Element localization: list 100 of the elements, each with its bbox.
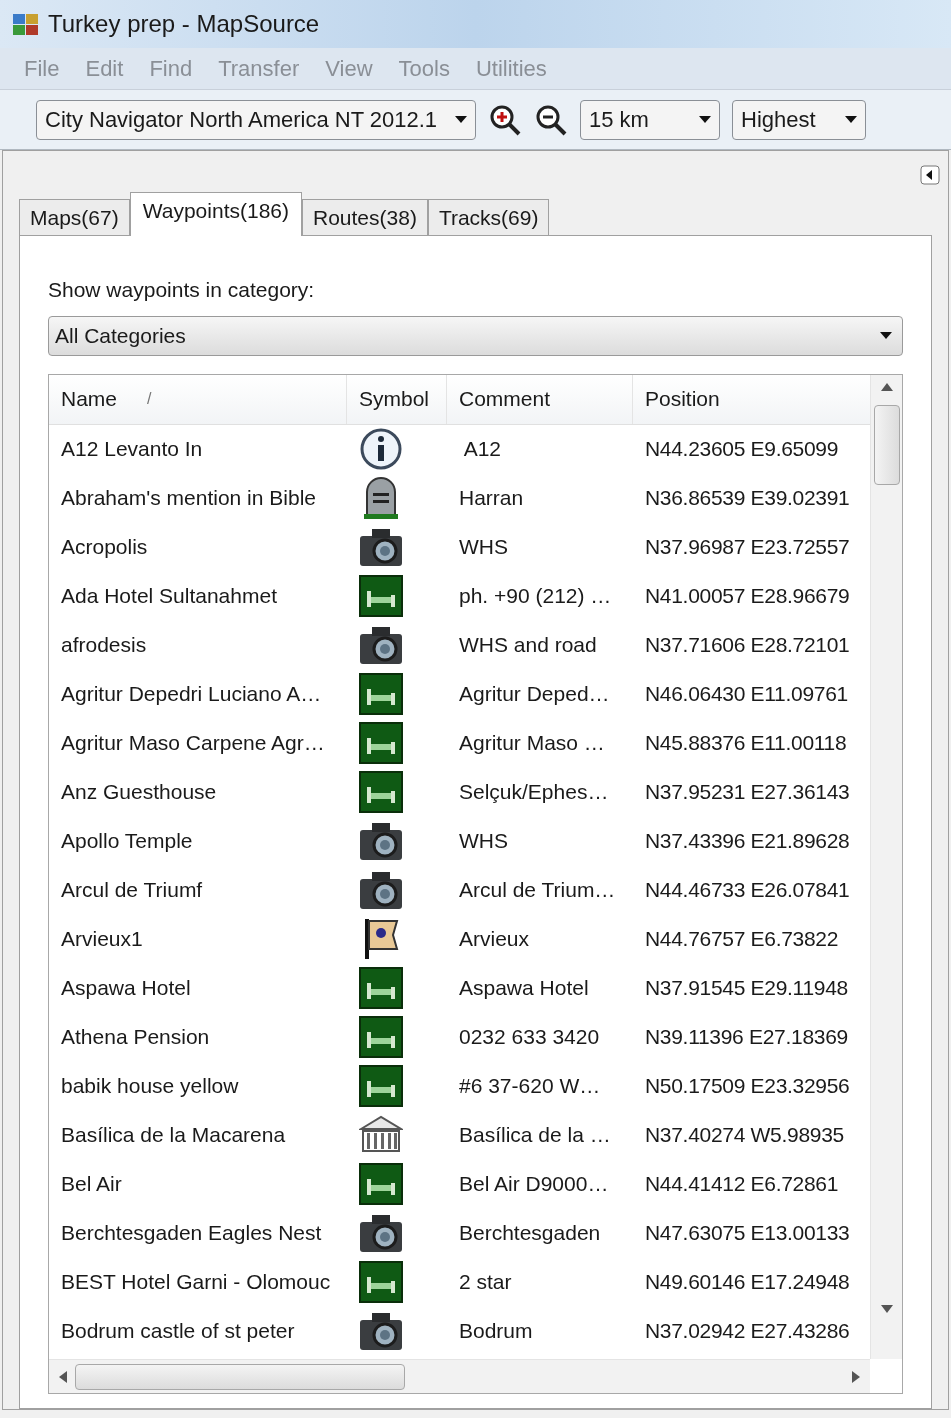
waypoint-position: N37.96987 E23.72557 bbox=[644, 534, 851, 561]
waypoint-name[interactable]: Bodrum castle of st peter bbox=[49, 1315, 347, 1347]
waypoint-comment: Agritur Maso … bbox=[458, 730, 606, 757]
category-label: Show waypoints in category: bbox=[48, 277, 316, 303]
waypoint-position: N44.23605 E9.65099 bbox=[644, 436, 840, 463]
column-header[interactable]: Symbol bbox=[347, 374, 447, 424]
waypoint-name[interactable]: BEST Hotel Garni - Olomouc bbox=[49, 1266, 347, 1298]
tab[interactable]: Waypoints(186) bbox=[129, 192, 302, 236]
waypoint-position: N45.88376 E11.00118 bbox=[644, 730, 848, 757]
dropdown-arrow-icon bbox=[699, 115, 711, 124]
waypoint-name[interactable]: Arvieux1 bbox=[49, 923, 347, 955]
waypoint-position: N49.60146 E17.24948 bbox=[644, 1269, 851, 1296]
camera-icon bbox=[358, 526, 404, 568]
bed-icon bbox=[359, 967, 403, 1009]
waypoint-name[interactable]: Aspawa Hotel bbox=[49, 972, 347, 1004]
category-dropdown[interactable]: All Categories bbox=[48, 315, 903, 356]
waypoint-comment: #6 37-620 W… bbox=[458, 1073, 602, 1100]
vertical-scrollbar[interactable] bbox=[870, 374, 902, 1359]
waypoint-position: N41.00057 E28.96679 bbox=[644, 583, 851, 610]
info-icon bbox=[359, 427, 403, 471]
map-product-dropdown[interactable]: City Navigator North America NT 2012.1 bbox=[36, 99, 476, 140]
waypoint-position: N50.17509 E23.32956 bbox=[644, 1073, 851, 1100]
dropdown-arrow-icon bbox=[455, 115, 467, 124]
waypoint-position: N37.95231 E27.36143 bbox=[644, 779, 851, 806]
collapse-icon[interactable] bbox=[920, 165, 940, 185]
scroll-thumb[interactable] bbox=[873, 404, 900, 485]
scroll-down-icon[interactable] bbox=[880, 1305, 893, 1313]
building-icon bbox=[359, 1115, 403, 1155]
bed-icon bbox=[359, 1016, 403, 1058]
scale-dropdown[interactable]: 15 km bbox=[580, 99, 720, 140]
column-header[interactable]: Comment bbox=[447, 374, 633, 424]
waypoint-comment: 0232 633 3420 bbox=[458, 1024, 601, 1051]
waypoint-comment: Agritur Deped… bbox=[458, 681, 611, 708]
scroll-left-icon[interactable] bbox=[59, 1370, 67, 1383]
bed-icon bbox=[359, 575, 403, 617]
scroll-thumb[interactable] bbox=[75, 1363, 405, 1390]
waypoint-comment: WHS and road bbox=[458, 632, 598, 659]
waypoint-name[interactable]: Agritur Depedri Luciano A… bbox=[49, 678, 347, 710]
waypoint-name[interactable]: Anz Guesthouse bbox=[49, 776, 347, 808]
waypoint-name[interactable]: Bel Air bbox=[49, 1168, 347, 1200]
waypoint-position: N39.11396 E27.18369 bbox=[644, 1024, 849, 1051]
waypoint-comment: 2 star bbox=[458, 1269, 513, 1296]
waypoint-name[interactable]: Apollo Temple bbox=[49, 825, 347, 857]
detail-dropdown[interactable]: Highest bbox=[732, 99, 866, 140]
scroll-right-icon[interactable] bbox=[852, 1370, 860, 1383]
bed-icon bbox=[359, 673, 403, 715]
waypoint-position: N37.91545 E29.11948 bbox=[644, 975, 849, 1002]
camera-icon bbox=[358, 1212, 404, 1254]
bed-icon bbox=[359, 1261, 403, 1303]
bed-icon bbox=[359, 722, 403, 764]
dropdown-arrow-icon bbox=[845, 115, 857, 124]
waypoint-comment: Aspawa Hotel bbox=[458, 975, 590, 1002]
camera-icon bbox=[358, 820, 404, 862]
camera-icon bbox=[358, 624, 404, 666]
waypoint-comment: Harran bbox=[458, 485, 525, 512]
horizontal-scrollbar[interactable] bbox=[49, 1359, 870, 1393]
waypoint-position: N44.41412 E6.72861 bbox=[644, 1171, 840, 1198]
bed-icon bbox=[359, 1163, 403, 1205]
tab[interactable]: Routes(38) bbox=[302, 199, 428, 235]
waypoint-name[interactable]: Abraham's mention in Bible bbox=[49, 482, 347, 514]
waypoint-name[interactable]: Basílica de la Macarena bbox=[49, 1119, 347, 1151]
dropdown-arrow-icon bbox=[880, 331, 892, 340]
waypoint-position: N44.46733 E26.07841 bbox=[644, 877, 851, 904]
sort-indicator: / bbox=[147, 389, 152, 409]
waypoint-position: N46.06430 E11.09761 bbox=[644, 681, 849, 708]
bed-icon bbox=[359, 1065, 403, 1107]
waypoint-name[interactable]: Berchtesgaden Eagles Nest bbox=[49, 1217, 347, 1249]
window-title: Turkey prep - MapSource bbox=[48, 9, 320, 39]
column-header[interactable]: Name / bbox=[49, 374, 347, 424]
app-icon bbox=[12, 11, 40, 37]
camera-icon bbox=[358, 1310, 404, 1352]
tab[interactable]: Tracks(69) bbox=[427, 199, 550, 235]
waypoint-comment: Bel Air D9000… bbox=[458, 1171, 610, 1198]
waypoint-comment: Selçuk/Ephes… bbox=[458, 779, 610, 806]
waypoint-position: N36.86539 E39.02391 bbox=[644, 485, 851, 512]
waypoint-position: N44.76757 E6.73822 bbox=[644, 926, 840, 953]
bed-icon bbox=[359, 771, 403, 813]
waypoint-name[interactable]: Arcul de Triumf bbox=[49, 874, 347, 906]
waypoint-name[interactable]: A12 Levanto In bbox=[49, 433, 347, 465]
waypoint-comment: Arvieux bbox=[458, 926, 531, 953]
waypoint-comment: Arcul de Trium… bbox=[458, 877, 617, 904]
waypoint-position: N37.71606 E28.72101 bbox=[644, 632, 851, 659]
waypoint-name[interactable]: afrodesis bbox=[49, 629, 347, 661]
waypoint-name[interactable]: Ada Hotel Sultanahmet bbox=[49, 580, 347, 612]
waypoint-comment: Bodrum bbox=[458, 1318, 534, 1345]
waypoint-position: N37.40274 W5.98935 bbox=[644, 1122, 845, 1149]
waypoint-name[interactable]: Acropolis bbox=[49, 531, 347, 563]
waypoint-position: N37.02942 E27.43286 bbox=[644, 1318, 851, 1345]
waypoint-comment: A12 bbox=[462, 436, 503, 463]
column-header[interactable]: Position bbox=[633, 374, 870, 424]
waypoint-comment: WHS bbox=[458, 828, 509, 855]
waypoint-name[interactable]: Agritur Maso Carpene Agr… bbox=[49, 727, 347, 759]
gravestone-icon bbox=[361, 476, 401, 520]
waypoint-name[interactable]: babik house yellow bbox=[49, 1070, 347, 1102]
scroll-up-icon[interactable] bbox=[880, 382, 893, 391]
waypoint-comment: Berchtesgaden bbox=[458, 1220, 602, 1247]
waypoint-name[interactable]: Athena Pension bbox=[49, 1021, 347, 1053]
waypoint-comment: ph. +90 (212) … bbox=[458, 583, 613, 610]
waypoint-comment: WHS bbox=[458, 534, 509, 561]
tab[interactable]: Maps(67) bbox=[19, 199, 130, 235]
